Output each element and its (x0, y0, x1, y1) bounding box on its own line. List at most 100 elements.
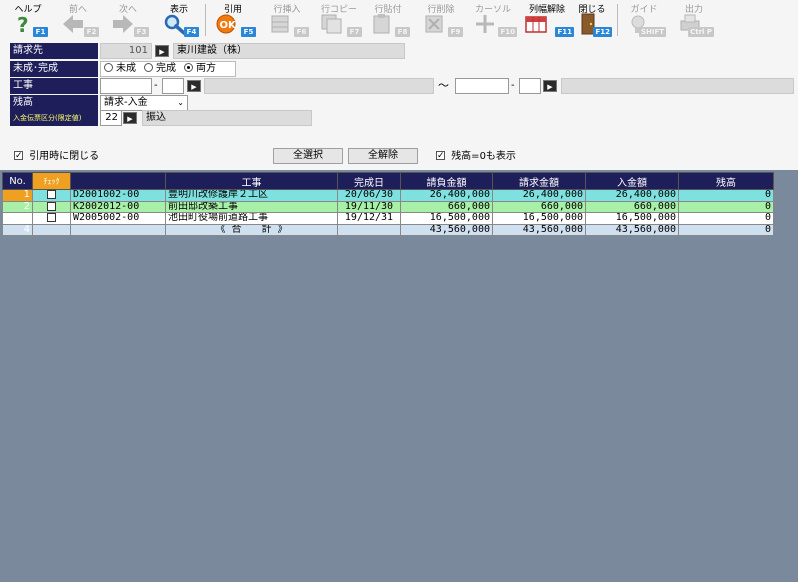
column-header-8[interactable]: 残高 (678, 172, 774, 190)
billed-amount-cell[interactable]: 660,000 (492, 200, 586, 213)
status-option-1[interactable]: 完成 (144, 63, 176, 74)
column-header-7[interactable]: 入金額 (585, 172, 679, 190)
contract-amount-cell[interactable]: 660,000 (400, 200, 493, 213)
completion-date-cell[interactable]: 20/06/30 (337, 189, 401, 202)
function-key-badge: F8 (395, 27, 410, 37)
row-paste-icon (370, 13, 394, 35)
paid-amount-cell[interactable]: 43,560,000 (585, 223, 679, 236)
toolbar-button-shift[interactable]: ガイド SHIFT (622, 0, 666, 40)
function-key-badge: F2 (84, 27, 99, 37)
ok-icon: OK (214, 13, 238, 35)
balance-cell[interactable]: 0 (678, 189, 774, 202)
balance-cell[interactable]: 0 (678, 223, 774, 236)
row-check-cell[interactable] (32, 189, 71, 202)
project-from-lookup-button[interactable]: ▶ (187, 80, 201, 92)
status-radio[interactable] (144, 63, 153, 72)
balance-cell[interactable]: 0 (678, 212, 774, 225)
select-all-button[interactable]: 全選択 (273, 148, 343, 164)
project-to-branch-input[interactable] (519, 78, 541, 94)
close-on-quote-checkbox[interactable] (14, 149, 23, 163)
column-header-1[interactable]: ﾁｪｯｸ (32, 172, 71, 190)
row-checkbox[interactable] (47, 201, 56, 211)
row-checkbox[interactable] (47, 190, 56, 199)
column-header-6[interactable]: 請求金額 (492, 172, 586, 190)
row-number[interactable]: 4 (2, 223, 33, 236)
status-radio[interactable] (184, 63, 193, 72)
status-option-2[interactable]: 両方 (184, 63, 216, 74)
row-number[interactable]: 2 (2, 200, 33, 213)
customer-code-field[interactable]: 101 (100, 43, 152, 59)
row-checkbox[interactable] (47, 213, 56, 222)
contract-amount-cell[interactable]: 16,500,000 (400, 212, 493, 225)
table-row[interactable]: 3 W2005002-00 池田町役場前道路工事 19/12/31 16,500,000… (2, 212, 774, 225)
project-name-cell[interactable]: 池田町役場前道路工事 (165, 212, 338, 225)
project-name-cell[interactable]: 豊明川改修護岸２工区 (165, 189, 338, 202)
deposit-lookup-button[interactable]: ▶ (123, 112, 137, 124)
project-name-cell[interactable]: 《 合 計 》 (165, 223, 338, 236)
project-code-cell[interactable] (70, 223, 166, 236)
toolbar-button-f7[interactable]: 行コピー F7 (316, 0, 362, 40)
toolbar-button-f12[interactable]: 閉じる F12 (572, 0, 612, 40)
toolbar-button-f2[interactable]: 前へ F2 (57, 0, 99, 40)
project-code-cell[interactable]: K2002012-00 (70, 200, 166, 213)
contract-amount-cell[interactable]: 43,560,000 (400, 223, 493, 236)
status-radio[interactable] (104, 63, 113, 72)
billed-amount-cell[interactable]: 43,560,000 (492, 223, 586, 236)
row-check-cell[interactable] (32, 212, 71, 225)
toolbar-button-f11[interactable]: 列幅解除 F11 (520, 0, 574, 40)
table-row[interactable]: 2 K2002012-00 前田邸改築工事 19/11/30 660,000 660,00… (2, 200, 774, 213)
status-option-0[interactable]: 未成 (104, 63, 136, 74)
toolbar-button-f9[interactable]: 行削除 F9 (419, 0, 463, 40)
project-from-input[interactable] (100, 78, 152, 94)
paid-amount-cell[interactable]: 16,500,000 (585, 212, 679, 225)
project-to-lookup-button[interactable]: ▶ (543, 80, 557, 92)
status-label: 未成･完成 (10, 61, 98, 77)
toolbar-button-f4[interactable]: 表示 F4 (159, 0, 199, 40)
paid-amount-cell[interactable]: 660,000 (585, 200, 679, 213)
project-to-input[interactable] (455, 78, 509, 94)
show-zero-option[interactable]: 残高=0も表示 (436, 149, 516, 164)
paid-amount-cell[interactable]: 26,400,000 (585, 189, 679, 202)
row-number[interactable]: 1 (2, 189, 33, 202)
toolbar-button-f10[interactable]: カーソル F10 (469, 0, 517, 40)
contract-amount-cell[interactable]: 26,400,000 (400, 189, 493, 202)
completion-date-cell[interactable] (337, 223, 401, 236)
table-row[interactable]: 1 D2001002-00 豊明川改修護岸２工区 20/06/30 26,400,000… (2, 189, 774, 202)
toolbar-separator (205, 4, 206, 36)
toolbar-button-f1[interactable]: ヘルプ? F1 (8, 0, 48, 40)
toolbar-button-f3[interactable]: 次へ F3 (107, 0, 149, 40)
row-number[interactable]: 3 (2, 212, 33, 225)
row-check-cell[interactable] (32, 223, 71, 236)
billed-amount-cell[interactable]: 26,400,000 (492, 189, 586, 202)
billed-amount-cell[interactable]: 16,500,000 (492, 212, 586, 225)
function-key-badge: F6 (294, 27, 309, 37)
deselect-all-button[interactable]: 全解除 (348, 148, 418, 164)
toolbar-button-f6[interactable]: 行挿入 F6 (265, 0, 309, 40)
svg-text:?: ? (17, 13, 29, 35)
deposit-code-input[interactable]: 22 (100, 110, 122, 126)
toolbar-button-ctrl-p[interactable]: 出力 Ctrl P (674, 0, 714, 40)
table-row[interactable]: 4 《 合 計 》 43,560,000 43,560,000 43,560,000 0 (2, 223, 774, 236)
project-code-cell[interactable]: D2001002-00 (70, 189, 166, 202)
close-on-quote-option[interactable]: 引用時に閉じる (14, 149, 99, 164)
row-check-cell[interactable] (32, 200, 71, 213)
column-header-2[interactable] (70, 172, 166, 190)
completion-date-cell[interactable]: 19/11/30 (337, 200, 401, 213)
customer-lookup-button[interactable]: ▶ (155, 45, 169, 57)
balance-cell[interactable]: 0 (678, 200, 774, 213)
project-name-cell[interactable]: 前田邸改築工事 (165, 200, 338, 213)
status-option-label: 未成 (116, 63, 136, 74)
completion-date-cell[interactable]: 19/12/31 (337, 212, 401, 225)
toolbar-button-f8[interactable]: 行貼付 F8 (366, 0, 410, 40)
project-from-branch-input[interactable] (162, 78, 184, 94)
column-header-3[interactable]: 工事 (165, 172, 338, 190)
show-zero-checkbox[interactable] (436, 149, 445, 163)
toolbar-button-f5[interactable]: 引用 OK F5 (210, 0, 256, 40)
project-code-cell[interactable]: W2005002-00 (70, 212, 166, 225)
arrow-left-icon (61, 13, 85, 35)
status-radio-group: 未成 完成 両方 (100, 61, 236, 77)
balance-select[interactable]: 請求-入金 ⌄ (100, 95, 188, 111)
column-header-5[interactable]: 請負金額 (400, 172, 493, 190)
column-header-4[interactable]: 完成日 (337, 172, 401, 190)
column-header-0[interactable]: No. (2, 172, 33, 190)
